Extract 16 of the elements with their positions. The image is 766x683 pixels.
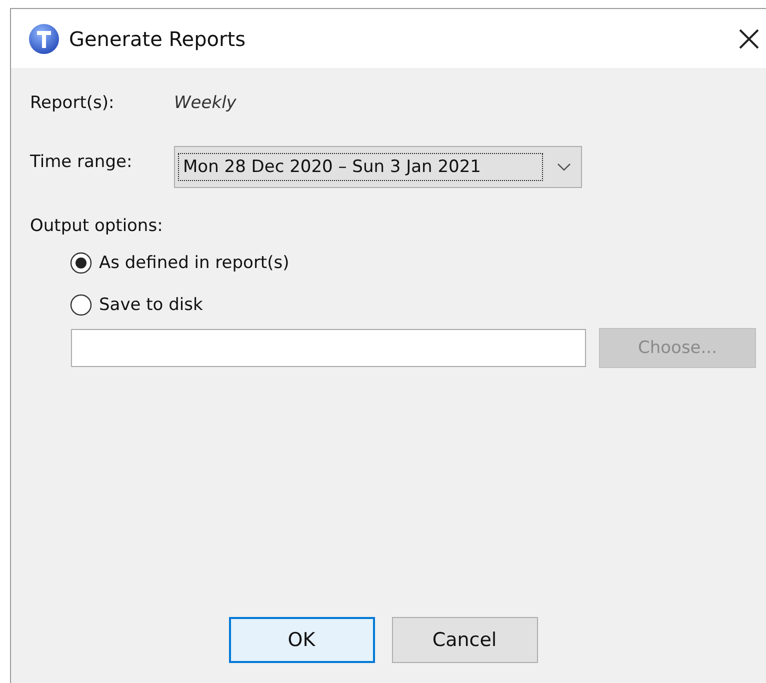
window-title: Generate Reports	[69, 26, 246, 50]
radio-button[interactable]	[70, 294, 92, 316]
caret-icon	[557, 163, 571, 171]
app-icon	[28, 22, 60, 54]
field-label: Time range:	[30, 152, 134, 172]
path-field[interactable]	[71, 329, 586, 367]
report-name: Weekly	[174, 93, 236, 113]
section-label: Output options:	[30, 216, 164, 236]
dialog-button[interactable]: OK	[228, 617, 374, 663]
radio-button[interactable]	[70, 252, 92, 274]
radio-label[interactable]: Save to disk	[99, 295, 203, 315]
close-icon[interactable]	[738, 28, 760, 50]
dialog-button[interactable]: Cancel	[392, 617, 538, 663]
time-range-dropdown[interactable]: Mon 28 Dec 2020 – Sun 3 Jan 2021	[174, 146, 582, 188]
radio-label[interactable]: As defined in report(s)	[99, 253, 290, 273]
field-label: Report(s):	[30, 93, 116, 113]
